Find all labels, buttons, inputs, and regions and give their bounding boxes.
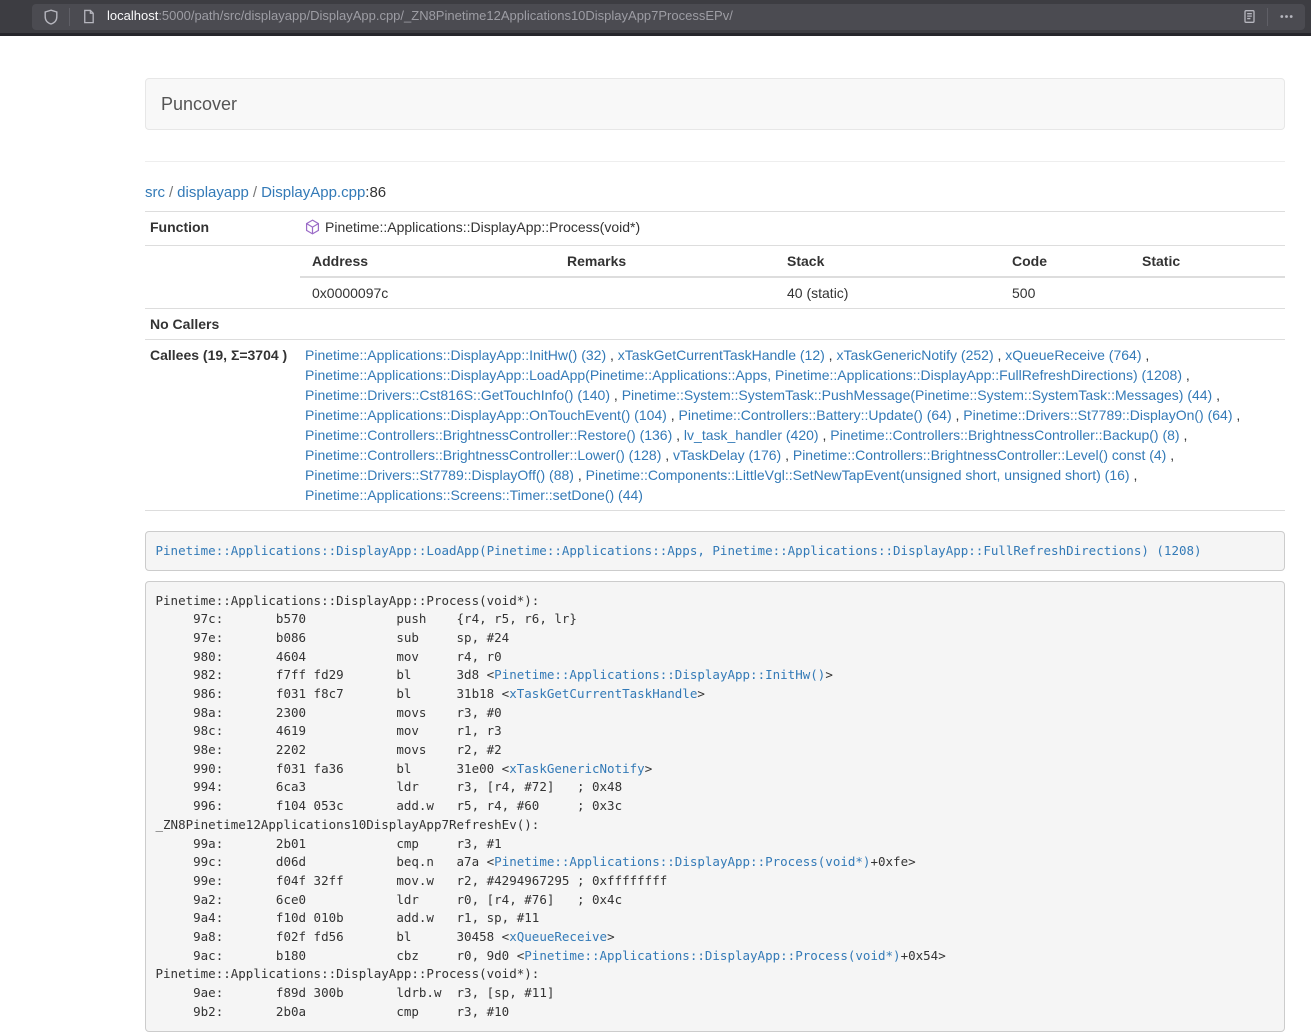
shield-icon[interactable] [40, 6, 62, 28]
page: Puncover src/displayapp/DisplayApp.cpp:8… [0, 78, 1311, 1032]
url-host: localhost [107, 8, 158, 23]
breadcrumb: src/displayapp/DisplayApp.cpp:86 [145, 182, 1285, 203]
col-header-code: Code [1000, 246, 1130, 277]
app-navbar: Puncover [145, 78, 1285, 130]
callee-link[interactable]: Pinetime::Controllers::BrightnessControl… [830, 427, 1179, 443]
loadapp-signature-box: Pinetime::Applications::DisplayApp::Load… [145, 531, 1285, 571]
code-symbol-link[interactable]: Pinetime::Applications::DisplayApp::Init… [494, 667, 825, 682]
callee-link[interactable]: Pinetime::Controllers::BrightnessControl… [793, 447, 1166, 463]
function-label: Function [145, 212, 300, 246]
metrics-table: Address Remarks Stack Code Static 0x0000… [300, 246, 1285, 308]
stack-value: 40 (static) [775, 277, 1000, 308]
callee-link[interactable]: Pinetime::Applications::DisplayApp::Init… [305, 347, 606, 363]
callee-link[interactable]: Pinetime::Applications::DisplayApp::Load… [305, 367, 1182, 383]
urlbar-divider [69, 8, 70, 26]
callee-link[interactable]: vTaskDelay (176) [673, 447, 781, 463]
callee-link[interactable]: Pinetime::Drivers::Cst816S::GetTouchInfo… [305, 387, 610, 403]
code-symbol-link[interactable]: xQueueReceive [509, 929, 607, 944]
callee-link[interactable]: lv_task_handler (420) [684, 427, 819, 443]
col-header-stack: Stack [775, 246, 1000, 277]
col-header-static: Static [1130, 246, 1285, 277]
reader-view-icon[interactable] [1238, 6, 1260, 28]
metrics-row: Address Remarks Stack Code Static 0x0000… [145, 246, 1285, 309]
remarks-value [555, 277, 775, 308]
callee-link[interactable]: Pinetime::Drivers::St7789::DisplayOff() … [305, 467, 574, 483]
code-symbol-link[interactable]: xTaskGetCurrentTaskHandle [509, 686, 697, 701]
browser-toolbar: localhost:5000/path/src/displayapp/Displ… [0, 0, 1311, 33]
breadcrumb-separator: / [249, 184, 261, 201]
function-cube-icon [305, 219, 320, 240]
more-options-icon[interactable] [1275, 6, 1297, 28]
function-name: Pinetime::Applications::DisplayApp::Proc… [325, 219, 640, 235]
breadcrumb-link-file[interactable]: DisplayApp.cpp [261, 184, 365, 201]
callee-link[interactable]: xTaskGetCurrentTaskHandle (12) [618, 347, 825, 363]
callee-link[interactable]: Pinetime::Applications::Screens::Timer::… [305, 487, 643, 503]
url-text[interactable]: localhost:5000/path/src/displayapp/Displ… [107, 7, 1238, 26]
address-value: 0x0000097c [300, 277, 555, 308]
breadcrumb-link-src[interactable]: src [145, 184, 165, 201]
code-value: 500 [1000, 277, 1130, 308]
callee-link[interactable]: Pinetime::Drivers::St7789::DisplayOn() (… [963, 407, 1232, 423]
function-detail-table: Function Pinetime::Applications::Display… [145, 211, 1285, 511]
callee-link[interactable]: Pinetime::Components::LittleVgl::SetNewT… [586, 467, 1130, 483]
loadapp-signature-link[interactable]: Pinetime::Applications::DisplayApp::Load… [156, 543, 1202, 558]
callees-list: Pinetime::Applications::DisplayApp::Init… [300, 340, 1285, 511]
toolbar-bottom-border [0, 33, 1311, 36]
page-icon[interactable] [77, 6, 99, 28]
divider [145, 161, 1285, 162]
brand-title: Puncover [161, 94, 237, 114]
metrics-values-row: 0x0000097c 40 (static) 500 [300, 277, 1285, 308]
callees-label: Callees (19, Σ=3704 ) [145, 340, 300, 511]
urlbar-divider-2 [1267, 8, 1268, 26]
no-callers-row: No Callers [145, 309, 1285, 340]
callees-row: Callees (19, Σ=3704 ) Pinetime::Applicat… [145, 340, 1285, 511]
url-bar[interactable]: localhost:5000/path/src/displayapp/Displ… [32, 4, 1305, 30]
url-path: :5000/path/src/displayapp/DisplayApp.cpp… [158, 8, 733, 23]
code-symbol-link[interactable]: Pinetime::Applications::DisplayApp::Proc… [494, 854, 870, 869]
callee-link[interactable]: Pinetime::System::SystemTask::PushMessag… [622, 387, 1213, 403]
breadcrumb-line-number: :86 [365, 184, 386, 201]
callee-link[interactable]: Pinetime::Controllers::BrightnessControl… [305, 427, 672, 443]
callee-link[interactable]: xQueueReceive (764) [1005, 347, 1141, 363]
disassembly-code: Pinetime::Applications::DisplayApp::Proc… [145, 581, 1285, 1032]
callee-link[interactable]: Pinetime::Controllers::Battery::Update()… [679, 407, 952, 423]
callee-link[interactable]: Pinetime::Controllers::BrightnessControl… [305, 447, 661, 463]
col-header-address: Address [300, 246, 555, 277]
code-symbol-link[interactable]: xTaskGenericNotify [509, 761, 644, 776]
no-callers-label: No Callers [145, 309, 300, 340]
col-header-remarks: Remarks [555, 246, 775, 277]
code-symbol-link[interactable]: Pinetime::Applications::DisplayApp::Proc… [524, 948, 900, 963]
callee-link[interactable]: Pinetime::Applications::DisplayApp::OnTo… [305, 407, 667, 423]
callee-link[interactable]: xTaskGenericNotify (252) [836, 347, 993, 363]
function-row: Function Pinetime::Applications::Display… [145, 212, 1285, 246]
breadcrumb-separator: / [165, 184, 177, 201]
breadcrumb-link-displayapp[interactable]: displayapp [177, 184, 249, 201]
static-value [1130, 277, 1285, 308]
